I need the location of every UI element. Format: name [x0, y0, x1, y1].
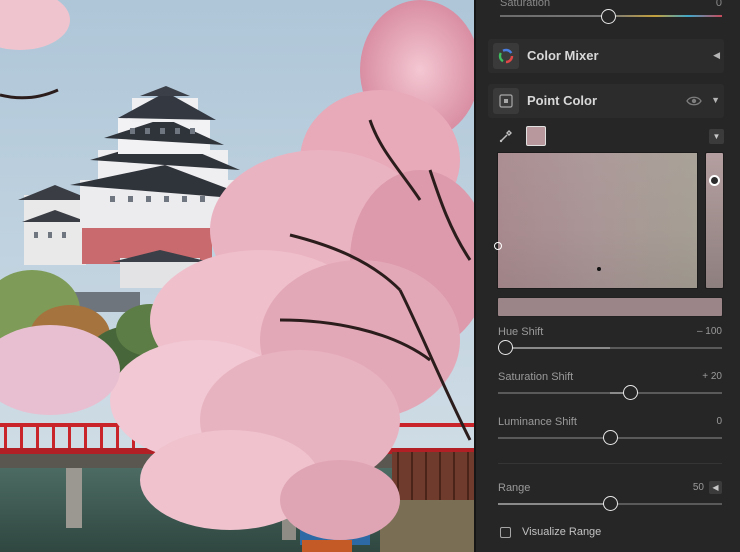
photo-canvas[interactable] [0, 0, 474, 552]
luminance-handle[interactable] [709, 175, 720, 186]
color-mixer-header[interactable]: Color Mixer ◀ [488, 39, 724, 73]
range-slider[interactable]: Range 50 ◀ [498, 481, 722, 522]
chevron-left-icon[interactable]: ◀ [713, 50, 720, 61]
eye-icon[interactable] [686, 94, 702, 112]
range-fill [498, 503, 610, 505]
eyedropper-icon[interactable] [498, 128, 514, 149]
luminance-shift-label: Luminance Shift [498, 416, 577, 428]
luminance-shift-knob[interactable] [602, 430, 618, 445]
color-wheel-icon [493, 43, 519, 69]
selected-color-swatch[interactable] [526, 126, 546, 146]
field-edge-handle[interactable] [494, 242, 502, 250]
luminance-strip[interactable] [705, 152, 724, 289]
visualize-range-label: Visualize Range [522, 526, 602, 538]
hue-shift-knob[interactable] [498, 340, 513, 355]
hue-shift-label: Hue Shift [498, 326, 544, 338]
point-color-title: Point Color [527, 93, 598, 108]
visualize-range-row[interactable]: Visualize Range [500, 525, 700, 541]
hue-shift-value: – 100 [696, 326, 722, 337]
saturation-slider[interactable]: Saturation 0 [500, 0, 722, 27]
saturation-label: Saturation [500, 0, 551, 9]
visualize-range-checkbox[interactable] [500, 527, 511, 538]
edit-panel: Saturation 0 Color Mixer ◀ Point Color ▼… [474, 0, 740, 552]
panel-divider [474, 0, 476, 552]
swatch-menu-chevron-down-icon[interactable]: ▼ [709, 129, 724, 144]
color-range-field[interactable] [494, 152, 698, 289]
saturation-shift-label: Saturation Shift [498, 371, 574, 383]
range-label: Range [498, 482, 531, 494]
range-value: 50 [692, 482, 704, 493]
saturation-value: 0 [715, 0, 722, 9]
hue-shift-slider[interactable]: Hue Shift – 100 [498, 326, 722, 366]
luminance-shift-value: 0 [716, 416, 722, 427]
luminance-shift-slider[interactable]: Luminance Shift 0 [498, 416, 722, 456]
color-picker-row: ▼ [498, 126, 724, 148]
target-color-bar[interactable] [497, 297, 723, 317]
hue-shift-fill [505, 347, 610, 349]
field-target-dot[interactable] [597, 267, 601, 271]
saturation-shift-slider[interactable]: Saturation Shift + 20 [498, 371, 722, 411]
point-color-icon [493, 88, 519, 114]
saturation-shift-knob[interactable] [623, 385, 639, 400]
chevron-down-icon[interactable]: ▼ [711, 95, 720, 105]
cherry-blossom-castle-photo [0, 0, 474, 552]
range-knob[interactable] [602, 496, 618, 511]
color-mixer-title: Color Mixer [527, 48, 599, 63]
saturation-shift-value: + 20 [702, 371, 722, 382]
section-divider [498, 463, 722, 464]
range-chevron-left-icon[interactable]: ◀ [709, 481, 722, 494]
point-color-header[interactable]: Point Color ▼ [488, 84, 724, 118]
